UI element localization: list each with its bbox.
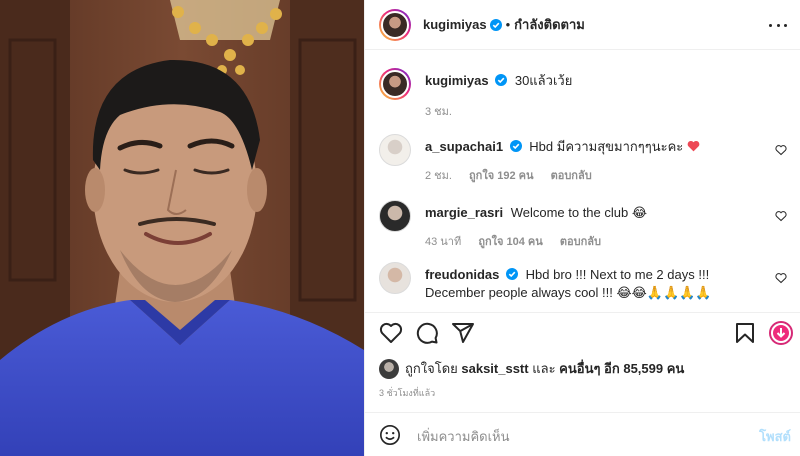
likes-middle: และ xyxy=(532,361,556,376)
comment-avatar[interactable] xyxy=(379,134,411,166)
post-header: kugimiyas • กำลังติดตาม xyxy=(365,0,800,50)
comment-icon[interactable] xyxy=(415,321,439,345)
follow-status-button[interactable]: กำลังติดตาม xyxy=(514,14,585,35)
comment-text: Hbd มีความสุขมากๆๆนะคะ xyxy=(529,139,684,154)
separator-dot: • xyxy=(505,17,511,32)
post-photo[interactable] xyxy=(0,0,364,456)
author-username[interactable]: kugimiyas xyxy=(423,17,487,32)
comment-username[interactable]: margie_rasri xyxy=(425,205,503,220)
like-comment-heart-icon[interactable] xyxy=(775,144,787,156)
emoji-icon[interactable] xyxy=(379,424,401,446)
reply-button[interactable]: ตอบกลับ xyxy=(551,170,592,182)
verified-icon xyxy=(489,18,502,31)
caption-item: kugimiyas 30แล้วเว้ย 3 ชม. xyxy=(379,68,787,128)
post-detail-panel: kugimiyas • กำลังติดตาม kugimiyas 30แล้ว… xyxy=(364,0,800,456)
verified-icon xyxy=(495,74,508,86)
comment-username[interactable]: a_supachai1 xyxy=(425,139,503,154)
likes-summary: ถูกใจโดย saksit_sstt และ คนอื่นๆ อีก 85,… xyxy=(379,358,684,379)
portrait-image xyxy=(0,0,364,456)
comment-avatar[interactable] xyxy=(379,262,411,294)
comment-time: 43 นาที xyxy=(425,236,462,248)
comment-time: 2 ชม. xyxy=(425,170,452,182)
red-heart-emoji-icon xyxy=(687,140,700,152)
comment-meta: 2 ชม. ถูกใจ 192 คน ตอบกลับ xyxy=(425,166,606,184)
like-comment-heart-icon[interactable] xyxy=(775,210,787,222)
comment-text: Welcome to the club 😂 xyxy=(510,205,648,220)
post-comment-button[interactable]: โพสต์ xyxy=(759,426,791,447)
comment-meta: 43 นาที ถูกใจ 104 คน ตอบกลับ xyxy=(425,232,615,250)
post-actions-bar xyxy=(365,312,800,356)
caption-text: 30แล้วเว้ย xyxy=(514,73,573,88)
save-extension-icon[interactable] xyxy=(769,321,793,345)
verified-icon xyxy=(506,268,519,280)
comment-composer: เพิ่มความคิดเห็น โพสต์ xyxy=(365,412,800,456)
liker-avatar[interactable] xyxy=(379,358,399,379)
verified-icon xyxy=(509,140,522,152)
heart-icon[interactable] xyxy=(379,321,403,345)
comment-item: a_supachai1 Hbd มีความสุขมากๆๆนะคะ 2 ชม.… xyxy=(379,134,787,192)
reply-button[interactable]: ตอบกลับ xyxy=(560,236,601,248)
like-comment-heart-icon[interactable] xyxy=(775,272,787,284)
comment-likes[interactable]: ถูกใจ 192 คน xyxy=(469,170,533,182)
caption-avatar[interactable] xyxy=(379,68,411,100)
more-icon[interactable] xyxy=(769,16,787,34)
comment-input[interactable]: เพิ่มความคิดเห็น xyxy=(417,426,510,447)
caption-username[interactable]: kugimiyas xyxy=(425,73,489,88)
share-icon[interactable] xyxy=(451,321,475,345)
comment-username[interactable]: freudonidas xyxy=(425,267,499,282)
caption-time: 3 ชม. xyxy=(425,106,452,118)
bookmark-icon[interactable] xyxy=(733,321,757,345)
liker-username[interactable]: saksit_sstt xyxy=(461,361,528,376)
author-avatar[interactable] xyxy=(379,8,411,41)
caption-meta: 3 ชม. xyxy=(425,102,466,120)
likes-others-link[interactable]: คนอื่นๆ อีก 85,599 คน xyxy=(559,358,684,379)
likes-prefix: ถูกใจโดย xyxy=(405,361,458,376)
comment-item: margie_rasri Welcome to the club 😂 43 นา… xyxy=(379,200,787,258)
comments-list: kugimiyas 30แล้วเว้ย 3 ชม. a_supachai1 H… xyxy=(365,50,800,312)
comment-avatar[interactable] xyxy=(379,200,411,232)
comment-likes[interactable]: ถูกใจ 104 คน xyxy=(478,236,542,248)
post-timestamp[interactable]: 3 ชั่วโมงที่แล้ว xyxy=(379,386,435,400)
comment-item: freudonidas Hbd bro !!! Next to me 2 day… xyxy=(379,262,787,312)
